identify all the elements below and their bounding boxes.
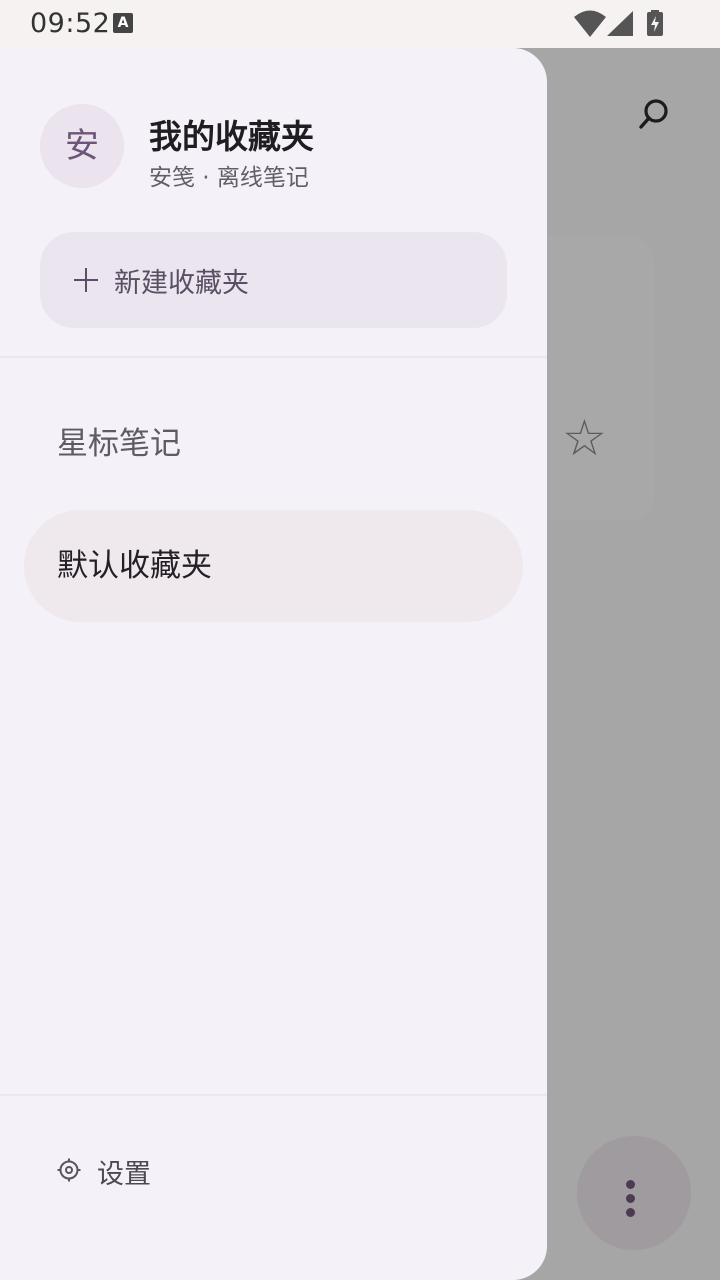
- notification-a-icon: A: [113, 13, 133, 33]
- screen: 09:52 A ☆ 安 我的收藏夹 安笺 · 离线笔记 新建收藏夹 星标笔记 默…: [0, 0, 720, 1280]
- gear-icon: [57, 1158, 81, 1182]
- navigation-drawer: 安 我的收藏夹 安笺 · 离线笔记 新建收藏夹 星标笔记 默认收藏夹 设置: [0, 48, 547, 1280]
- cell-signal-icon: [607, 11, 633, 36]
- status-time: 09:52: [30, 8, 111, 39]
- search-icon[interactable]: [636, 96, 672, 132]
- star-outline-icon: ☆: [562, 409, 607, 467]
- wifi-icon: [574, 10, 606, 37]
- drawer-title: 我的收藏夹: [149, 117, 314, 156]
- divider: [0, 356, 547, 358]
- settings-button[interactable]: 设置: [40, 1124, 240, 1214]
- new-folder-label: 新建收藏夹: [114, 267, 249, 299]
- drawer-item-label: 星标笔记: [57, 426, 181, 462]
- drawer-item-default-folder[interactable]: 默认收藏夹: [24, 510, 523, 622]
- drawer-item-label: 默认收藏夹: [57, 548, 212, 584]
- battery-charging-icon: [647, 10, 663, 36]
- settings-label: 设置: [97, 1159, 151, 1190]
- divider: [0, 1094, 547, 1096]
- status-bar: 09:52 A: [0, 0, 720, 48]
- avatar: 安: [40, 104, 124, 188]
- drawer-subtitle: 安笺 · 离线笔记: [149, 165, 309, 191]
- more-vert-icon: [626, 1180, 635, 1222]
- drawer-item-starred-notes[interactable]: 星标笔记: [24, 388, 523, 500]
- new-folder-button[interactable]: 新建收藏夹: [40, 232, 507, 328]
- plus-icon: [74, 268, 98, 292]
